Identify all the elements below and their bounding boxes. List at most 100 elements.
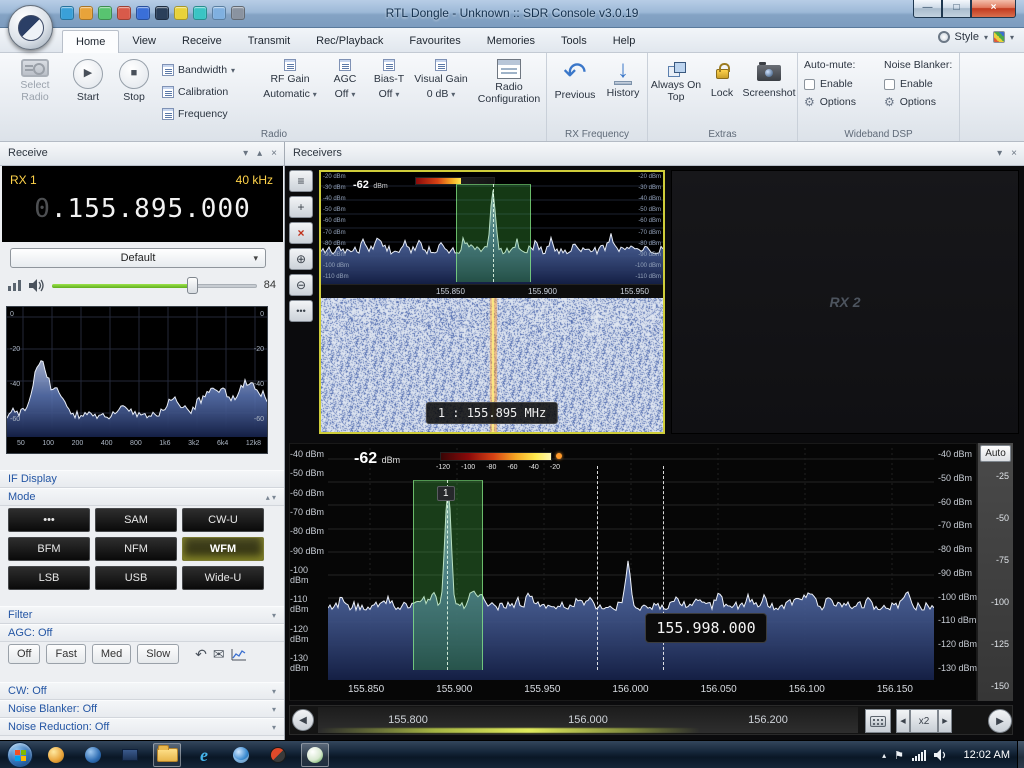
zoom-out-button[interactable]: ⊖ bbox=[289, 274, 313, 296]
more-button[interactable]: ••• bbox=[289, 300, 313, 322]
agc-button[interactable]: AGC Off ▾ bbox=[324, 53, 366, 100]
previous-button[interactable]: ↶ Previous bbox=[551, 53, 599, 102]
history-button[interactable]: ↓ History bbox=[601, 53, 645, 100]
qat-icon[interactable] bbox=[98, 6, 112, 20]
mode-button[interactable]: CW-U bbox=[182, 508, 264, 532]
mode-button[interactable]: BFM bbox=[8, 537, 90, 561]
select-radio-button[interactable]: Select Radio bbox=[8, 53, 62, 103]
volume-slider[interactable] bbox=[52, 276, 257, 294]
close-button[interactable]: × bbox=[971, 0, 1016, 18]
ribbon-tab[interactable]: Transmit bbox=[235, 30, 303, 53]
section-cw[interactable]: CW: Off ▾ bbox=[0, 682, 284, 700]
section-mode[interactable]: Mode ▴ ▾ bbox=[0, 488, 284, 506]
zoom-factor-button[interactable]: x2 bbox=[910, 709, 938, 733]
calibration-button[interactable]: Calibration bbox=[162, 83, 228, 101]
application-menu-button[interactable] bbox=[8, 5, 53, 50]
agc-button[interactable]: Fast bbox=[46, 644, 85, 664]
audio-spectrum-plot[interactable] bbox=[7, 307, 267, 437]
ribbon-tab[interactable]: Favourites bbox=[396, 30, 473, 53]
agc-button[interactable]: Med bbox=[92, 644, 131, 664]
agc-button[interactable]: Slow bbox=[137, 644, 179, 664]
auto-mute-options[interactable]: ⚙ Options bbox=[804, 96, 880, 108]
frequency-digits[interactable]: 0.155.895.000 bbox=[2, 194, 283, 224]
qat-icon[interactable] bbox=[193, 6, 207, 20]
scroll-right-button[interactable]: ▶ bbox=[988, 709, 1012, 733]
volume-slider-handle[interactable] bbox=[187, 277, 198, 294]
chevron-down-icon[interactable]: ▾ bbox=[272, 683, 276, 700]
close-icon[interactable]: × bbox=[1011, 142, 1017, 165]
internet-explorer-icon[interactable]: e bbox=[190, 743, 218, 767]
ribbon-tab[interactable]: Rec/Playback bbox=[303, 30, 396, 53]
audio-spectrum-display[interactable]: 0-20-40-60 0-20-40-60 501002004008001k63… bbox=[6, 306, 268, 454]
sdr-console-taskbar-icon[interactable] bbox=[301, 743, 329, 767]
ribbon-tab[interactable]: Help bbox=[600, 30, 649, 53]
close-icon[interactable]: × bbox=[271, 142, 277, 165]
section-if-display[interactable]: IF Display bbox=[0, 470, 284, 488]
add-receiver-button[interactable]: + bbox=[289, 196, 313, 218]
mode-button[interactable]: ••• bbox=[8, 508, 90, 532]
zoom-increase-button[interactable]: ▶ bbox=[938, 709, 952, 733]
section-agc[interactable]: AGC: Off bbox=[0, 624, 284, 642]
mode-button[interactable]: LSB bbox=[8, 566, 90, 590]
ribbon-tab[interactable]: Tools bbox=[548, 30, 600, 53]
scroll-left-button[interactable]: ◀ bbox=[292, 709, 314, 731]
action-center-flag-icon[interactable]: ⚑ bbox=[894, 749, 904, 762]
mode-button[interactable]: SAM bbox=[95, 508, 177, 532]
frequency-button[interactable]: Frequency bbox=[162, 105, 228, 123]
show-desktop-button[interactable] bbox=[1017, 741, 1024, 768]
zoom-in-button[interactable]: ⊕ bbox=[289, 248, 313, 270]
chevron-up-icon[interactable]: ▴ bbox=[266, 493, 270, 502]
undo-icon[interactable]: ↶ bbox=[195, 646, 207, 663]
ribbon-tab[interactable]: Home bbox=[62, 30, 119, 53]
always-on-top-button[interactable]: Always On Top bbox=[650, 53, 702, 103]
noise-blanker-enable[interactable]: Enable bbox=[884, 78, 958, 90]
maximize-button[interactable]: □ bbox=[942, 0, 971, 18]
qat-icon[interactable] bbox=[79, 6, 93, 20]
qat-icon[interactable] bbox=[117, 6, 131, 20]
rx2-display[interactable]: RX 2 bbox=[671, 170, 1019, 434]
browser-app-icon[interactable] bbox=[227, 743, 255, 767]
start-button[interactable] bbox=[7, 742, 33, 768]
chevron-down-icon[interactable]: ▾ bbox=[272, 719, 276, 736]
media-app-icon[interactable] bbox=[42, 743, 70, 767]
qat-icon[interactable] bbox=[60, 6, 74, 20]
checkbox-icon[interactable] bbox=[884, 79, 895, 90]
radio-configuration-button[interactable]: Radio Configuration bbox=[476, 53, 542, 105]
mode-button[interactable]: NFM bbox=[95, 537, 177, 561]
ribbon-tab[interactable]: Receive bbox=[169, 30, 235, 53]
chevron-down-icon[interactable]: ▾ bbox=[243, 142, 248, 165]
ribbon-tab[interactable]: Memories bbox=[474, 30, 548, 53]
mode-button[interactable]: USB bbox=[95, 566, 177, 590]
qat-icon[interactable] bbox=[231, 6, 245, 20]
qat-icon[interactable] bbox=[155, 6, 169, 20]
ribbon-tab[interactable]: View bbox=[119, 30, 169, 53]
preset-dropdown[interactable]: Default ▾ bbox=[10, 248, 266, 268]
range-control-strip[interactable]: Auto -25-50-75-100-125-150 bbox=[977, 443, 1013, 701]
visual-gain-button[interactable]: Visual Gain 0 dB ▾ bbox=[412, 53, 470, 100]
explorer-icon[interactable] bbox=[153, 743, 181, 767]
frequency-display[interactable]: RX 1 40 kHz 0.155.895.000 bbox=[2, 166, 283, 242]
noise-blanker-options[interactable]: ⚙ Options bbox=[884, 96, 958, 108]
volume-tray-icon[interactable] bbox=[934, 749, 948, 761]
player-app-icon[interactable] bbox=[79, 743, 107, 767]
style-selector[interactable]: Style ▾ ▾ bbox=[938, 31, 1015, 43]
envelope-icon[interactable]: ✉ bbox=[213, 646, 225, 663]
devices-app-icon[interactable] bbox=[116, 743, 144, 767]
rx1-display[interactable]: -20 dBm-30 dBm-40 dBm-50 dBm-60 dBm-70 d… bbox=[319, 170, 665, 434]
rx-marker[interactable]: 1 bbox=[437, 486, 455, 501]
rf-gain-button[interactable]: RF Gain Automatic ▾ bbox=[258, 53, 322, 100]
show-hidden-icons[interactable]: ▴ bbox=[882, 751, 886, 760]
agc-button[interactable]: Off bbox=[8, 644, 40, 664]
chevron-down-icon[interactable]: ▾ bbox=[272, 701, 276, 718]
main-spectrum-display[interactable]: -40 dBm-50 dBm-60 dBm-70 dBm-80 dBm-90 d… bbox=[289, 443, 977, 701]
chart-icon[interactable] bbox=[231, 648, 247, 661]
zoom-decrease-button[interactable]: ◀ bbox=[896, 709, 910, 733]
qat-icon[interactable] bbox=[174, 6, 188, 20]
stop-button[interactable]: ■ Stop bbox=[112, 53, 156, 104]
tuning-selection-region[interactable] bbox=[413, 480, 483, 670]
lock-button[interactable]: Lock bbox=[704, 53, 740, 100]
keyboard-entry-button[interactable] bbox=[865, 709, 891, 733]
speaker-icon[interactable] bbox=[29, 279, 45, 292]
auto-range-button[interactable]: Auto bbox=[980, 445, 1011, 462]
qat-icon[interactable] bbox=[212, 6, 226, 20]
